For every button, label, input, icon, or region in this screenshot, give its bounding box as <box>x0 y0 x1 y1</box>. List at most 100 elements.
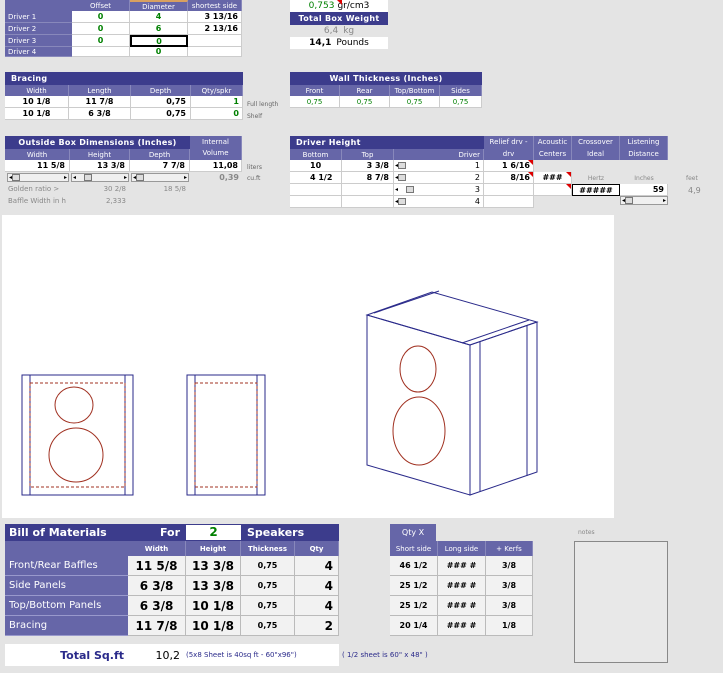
bom-row-4-label: Bracing <box>5 616 128 636</box>
bom-row-2-qty: 4 <box>295 576 339 596</box>
outside-col-height: Height <box>70 149 130 160</box>
dh-4-top <box>342 196 394 208</box>
qty-2-short: 25 1/2 <box>390 576 438 596</box>
relief-3 <box>484 184 534 196</box>
golden-ratio-a: 30 2/8 <box>103 185 126 193</box>
driver-height-panel: Driver Height Bottom Top Driver 10 3 3/8… <box>290 136 484 208</box>
depth-scrollbar[interactable]: ◂ ▸ <box>131 173 189 182</box>
speaker-count-input[interactable]: 2 <box>186 525 241 540</box>
scroll-thumb[interactable] <box>84 174 93 181</box>
driver-2-shortest: 2 13/16 <box>188 23 242 35</box>
driver-1-diameter[interactable]: 4 <box>130 11 188 23</box>
scroll-left-icon[interactable]: ◂ <box>73 174 76 181</box>
listening-feet: 4,9 <box>688 186 701 195</box>
driver-2-diameter[interactable]: 6 <box>130 23 188 35</box>
wall-sides-value[interactable]: 0,75 <box>440 96 482 108</box>
bom-total-row: Total Sq.ft 10,2 (5x8 Sheet is 40sq ft -… <box>5 644 339 666</box>
height-scrollbar[interactable]: ◂ ▸ <box>71 173 129 182</box>
dh-4-scrollbar[interactable]: ◂ <box>394 197 466 206</box>
relief-4 <box>484 196 534 208</box>
scroll-right-icon[interactable]: ▸ <box>64 174 67 181</box>
volume-cuft: 0,39 <box>219 173 239 182</box>
box-weight-title: Total Box Weight <box>290 12 388 25</box>
wall-front-value[interactable]: 0,75 <box>290 96 340 108</box>
driver-2-offset[interactable]: 0 <box>72 23 130 35</box>
density-value: 0,753 <box>308 1 335 11</box>
bracing-1-qty[interactable]: 1 <box>191 96 243 108</box>
qty-4-short: 20 1/4 <box>390 616 438 636</box>
scroll-thumb[interactable] <box>12 174 21 181</box>
listening-inches: 59 <box>620 184 668 196</box>
relief-2: 8/16 <box>484 172 534 184</box>
wall-rear-value[interactable]: 0,75 <box>340 96 390 108</box>
scroll-thumb[interactable] <box>136 174 145 181</box>
hertz-label: Hertz <box>587 174 605 182</box>
scroll-right-icon[interactable]: ▸ <box>663 197 666 204</box>
scroll-thumb[interactable] <box>625 197 634 204</box>
front-panel-outline <box>21 374 134 496</box>
scroll-thumb[interactable] <box>398 162 407 169</box>
golden-ratio-b: 18 5/8 <box>163 185 186 193</box>
bom-row-4-width: 11 7/8 <box>128 616 186 636</box>
weight-lb-value: 14,1 <box>309 38 332 48</box>
bom-row-1-thick: 0,75 <box>241 556 295 576</box>
outside-dims-panel: Outside Box Dimensions (Inches) Width He… <box>5 136 190 207</box>
driver-3-diameter[interactable]: 0 <box>130 35 188 47</box>
acoustic-col: Acoustic Centers <box>534 136 572 160</box>
driver-4-offset[interactable] <box>72 47 130 57</box>
outside-col-depth: Depth <box>130 149 190 160</box>
comment-marker <box>337 0 342 5</box>
wall-topbottom-value[interactable]: 0,75 <box>390 96 440 108</box>
wall-col-rear: Rear <box>340 85 390 96</box>
density-field[interactable]: 0,753 gr/cm3 <box>290 0 388 12</box>
scroll-right-icon[interactable]: ▸ <box>184 174 187 181</box>
bracing-2-qty[interactable]: 0 <box>191 108 243 120</box>
box-weight-panel: Total Box Weight 6,4 kg 14,1 Pounds <box>290 12 388 49</box>
bom-title: Bill of Materials <box>9 526 107 539</box>
width-scrollbar[interactable]: ◂ ▸ <box>7 173 69 182</box>
iso-tweeter-circle <box>399 345 437 393</box>
listening-scrollbar[interactable]: ◂ ▸ <box>620 196 668 205</box>
qty-2-long: ### # <box>438 576 486 596</box>
bom-row-2-width: 6 3/8 <box>128 576 186 596</box>
bracing-col-width: Width <box>5 85 69 96</box>
driver-4-diameter[interactable]: 0 <box>130 47 188 57</box>
comment-marker <box>528 172 533 177</box>
dh-1-scrollbar[interactable]: ◂ <box>394 161 466 170</box>
notes-box[interactable] <box>574 541 668 663</box>
outside-height-value: 13 3/8 <box>70 160 130 172</box>
dh-3-scrollbar[interactable]: ◂ <box>394 185 466 194</box>
driver-1-label: Driver 1 <box>5 11 72 23</box>
drivers-corner <box>5 0 72 11</box>
crossover-value: ##### <box>572 184 620 196</box>
qty-1-long: ### # <box>438 556 486 576</box>
scroll-thumb[interactable] <box>398 174 407 181</box>
bom-row-3-label: Top/Bottom Panels <box>5 596 128 616</box>
sheet-note: (5x8 Sheet is 40sq ft - 60"x96") <box>186 651 297 659</box>
bom-col-qty: Qty <box>295 541 339 556</box>
scroll-thumb[interactable] <box>406 186 415 193</box>
dh-2-scrollbar[interactable]: ◂ <box>394 173 466 182</box>
listening-col: Listening Distance <box>620 136 668 160</box>
driver-3-offset[interactable]: 0 <box>72 35 130 47</box>
feet-label: feet <box>686 175 698 182</box>
bom-col-width: Width <box>128 541 186 556</box>
driver-1-offset[interactable]: 0 <box>72 11 130 23</box>
baffle-width-label: Baffle Width in h <box>8 197 66 205</box>
relief-col: Relief drv - drv <box>484 136 534 160</box>
driver-1-shortest: 3 13/16 <box>188 11 242 23</box>
scroll-thumb[interactable] <box>398 198 407 205</box>
bracing-note-1: Full length <box>247 100 279 108</box>
bracing-title: Bracing <box>5 72 243 85</box>
golden-ratio-label: Golden ratio > <box>8 185 60 193</box>
driver-4-label: Driver 4 <box>5 47 72 57</box>
front-woofer-circle <box>48 427 104 483</box>
isometric-view <box>365 290 539 496</box>
qty-2-kerf: 3/8 <box>486 576 533 596</box>
total-sqft-label: Total Sq.ft <box>60 648 124 662</box>
driver-height-title: Driver Height <box>290 136 484 149</box>
dh-4-driver: 4 <box>474 197 480 206</box>
acoustic-text: ### <box>542 173 563 182</box>
scroll-right-icon[interactable]: ▸ <box>124 174 127 181</box>
wall-col-front: Front <box>290 85 340 96</box>
